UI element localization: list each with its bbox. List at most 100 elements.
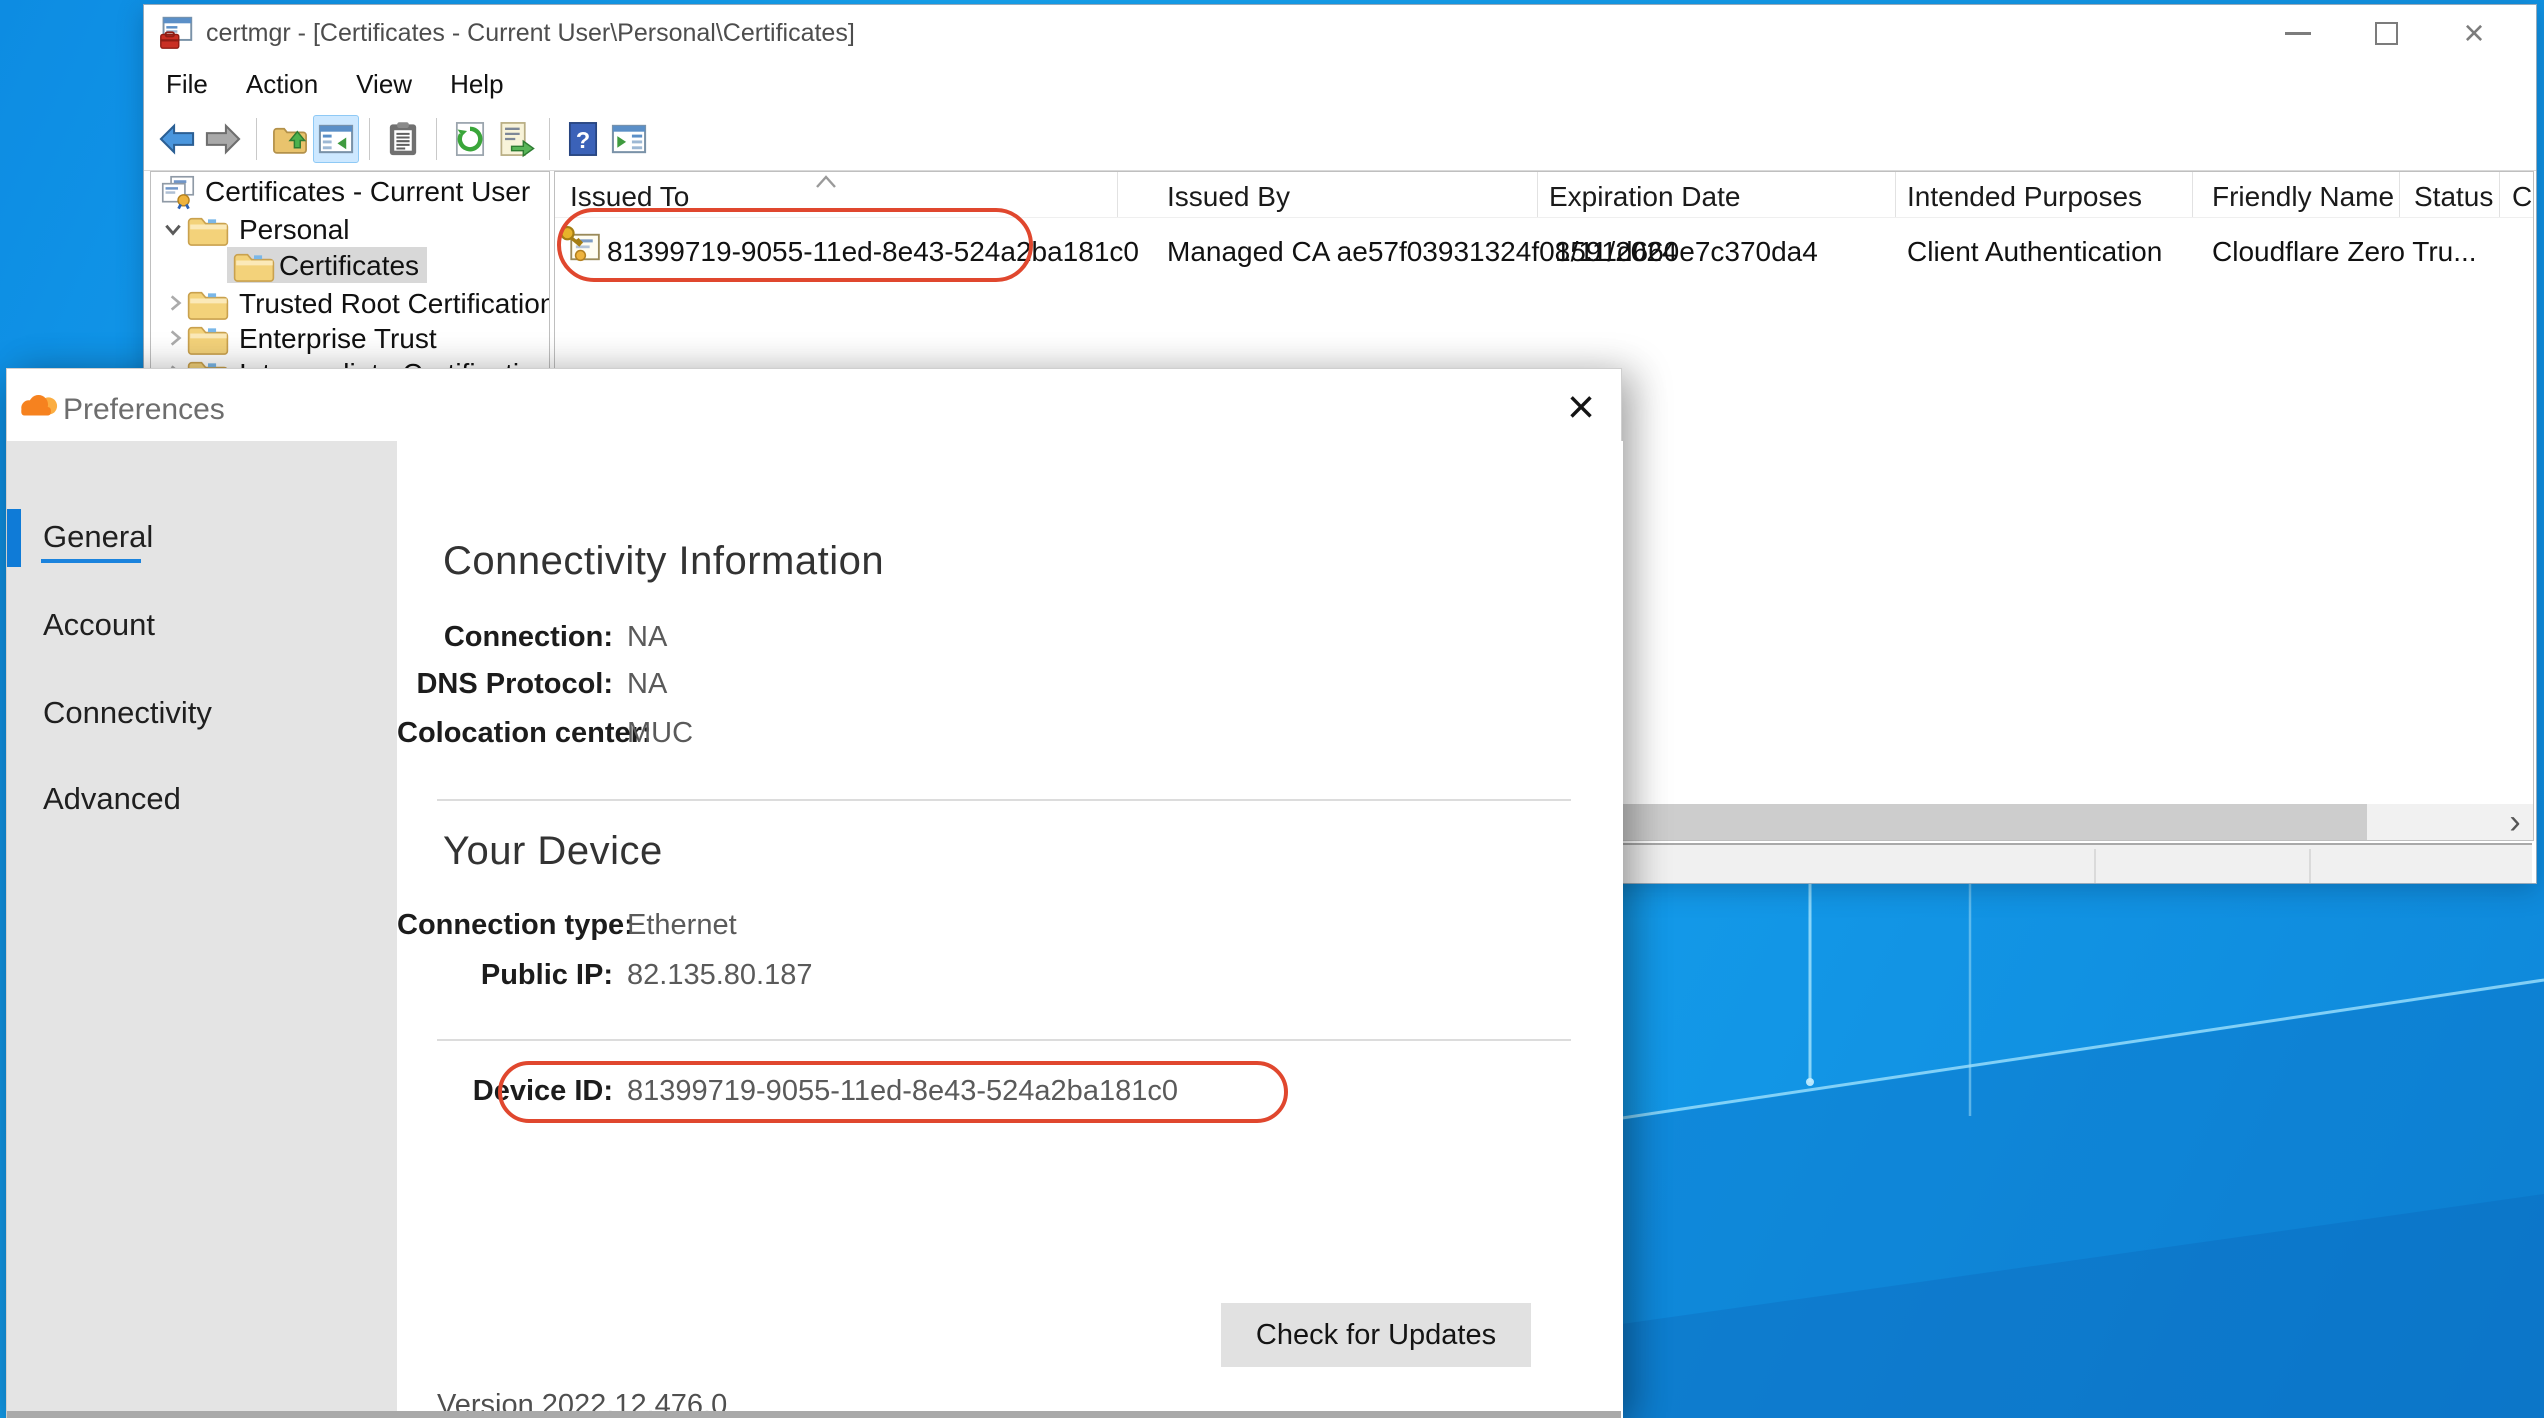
wallpaper-beams [1622, 884, 2544, 1418]
window-list-button[interactable] [606, 115, 652, 163]
maximize-button[interactable] [2342, 5, 2430, 61]
export-list-button[interactable] [493, 115, 539, 163]
info-label: Connection type: [397, 909, 613, 942]
cloudflare-logo-icon [17, 391, 59, 421]
up-folder-button[interactable] [267, 115, 313, 163]
window-controls: × [2254, 5, 2518, 61]
statusbar-separator [2094, 849, 2096, 883]
tab-advanced[interactable]: Advanced [43, 781, 181, 817]
folder-icon [233, 249, 275, 283]
toolbar-separator [549, 118, 550, 160]
active-tab-underline [41, 559, 141, 563]
folder-icon [187, 322, 229, 356]
active-tab-indicator [7, 509, 21, 567]
toolbar-separator [369, 118, 370, 160]
desktop: certmgr - [Certificates - Current User\P… [0, 0, 2544, 1418]
tree-item-trusted-root[interactable]: Trusted Root Certification Au [151, 284, 549, 322]
certmgr-app-icon [158, 15, 194, 51]
column-separator[interactable] [1117, 172, 1118, 217]
info-value: NA [627, 668, 1297, 701]
tree-item-label: Personal [239, 214, 350, 246]
column-separator[interactable] [2499, 172, 2500, 217]
certmgr-titlebar: certmgr - [Certificates - Current User\P… [144, 5, 2536, 61]
menu-view[interactable]: View [356, 69, 412, 100]
check-for-updates-button[interactable]: Check for Updates [1221, 1303, 1531, 1367]
close-icon: × [1567, 380, 1595, 435]
close-button[interactable]: × [2430, 5, 2518, 61]
column-separator[interactable] [1895, 172, 1896, 217]
tab-connectivity[interactable]: Connectivity [43, 695, 212, 731]
info-value: Ethernet [627, 909, 1297, 942]
info-row-dns-protocol: DNS Protocol: NA [397, 668, 1297, 701]
column-header-certificate[interactable]: Ce [2512, 181, 2534, 213]
column-header-friendly-name[interactable]: Friendly Name [2212, 181, 2394, 213]
back-icon [158, 120, 196, 158]
forward-icon [204, 120, 242, 158]
folder-icon [187, 213, 229, 247]
section-divider [437, 799, 1571, 801]
statusbar-separator [2309, 849, 2311, 883]
paste-button[interactable] [380, 115, 426, 163]
chevron-down-icon[interactable] [163, 219, 183, 239]
sort-ascending-icon [813, 174, 839, 190]
window-title: certmgr - [Certificates - Current User\P… [206, 19, 855, 48]
refresh-button[interactable] [447, 115, 493, 163]
refresh-icon [451, 120, 489, 158]
tree-root-certificates-current-user[interactable]: Certificates - Current User [151, 172, 549, 210]
menu-action[interactable]: Action [246, 69, 318, 100]
tree-item-certificates[interactable]: Certificates [151, 246, 549, 284]
maximize-icon [2375, 22, 2398, 45]
column-header-expiration-date[interactable]: Expiration Date [1549, 181, 1740, 213]
scroll-right-button[interactable]: › [2497, 804, 2533, 840]
chevron-right-icon[interactable] [165, 328, 185, 348]
info-label: Colocation center: [397, 717, 613, 750]
tree-item-personal[interactable]: Personal [151, 210, 549, 248]
cell-issued-by: Managed CA ae57f03931324f08591d660e7c370… [1167, 236, 1818, 268]
forward-button[interactable] [200, 115, 246, 163]
chevron-right-icon[interactable] [165, 293, 185, 313]
export-list-icon [497, 120, 535, 158]
cell-intended-purposes: Client Authentication [1907, 236, 2162, 268]
info-row-connection-type: Connection type: Ethernet [397, 909, 1297, 942]
preferences-sidebar: General Account Connectivity Advanced [7, 441, 397, 1418]
preferences-close-button[interactable]: × [1551, 377, 1611, 437]
tree-item-enterprise-trust[interactable]: Enterprise Trust [151, 319, 549, 357]
minimize-button[interactable] [2254, 5, 2342, 61]
toolbar-separator [436, 118, 437, 160]
console-tree-toggle-button[interactable] [313, 115, 359, 163]
menu-file[interactable]: File [166, 69, 208, 100]
back-button[interactable] [154, 115, 200, 163]
tab-account[interactable]: Account [43, 607, 155, 643]
column-separator[interactable] [2192, 172, 2193, 217]
close-icon: × [2463, 12, 2484, 54]
window-list-icon [610, 120, 648, 158]
cell-friendly-name: Cloudflare Zero Tru... [2212, 236, 2477, 268]
column-separator[interactable] [2399, 172, 2400, 217]
info-label: Connection: [397, 621, 613, 654]
info-value: MUC [627, 717, 1297, 750]
preferences-content: Connectivity Information Connection: NA … [397, 441, 1623, 1418]
device-id-annotation-ellipse [498, 1061, 1288, 1123]
help-icon [564, 120, 602, 158]
column-header-intended-purposes[interactable]: Intended Purposes [1907, 181, 2142, 213]
preferences-header: Preferences × [7, 369, 1621, 441]
column-separator[interactable] [1537, 172, 1538, 217]
help-button[interactable] [560, 115, 606, 163]
up-folder-icon [271, 120, 309, 158]
info-row-connection: Connection: NA [397, 621, 1297, 654]
cell-expiration-date: 1/11/2024 [1555, 236, 1678, 268]
info-label: DNS Protocol: [397, 668, 613, 701]
column-header-status[interactable]: Status [2414, 181, 2493, 213]
menu-help[interactable]: Help [450, 69, 503, 100]
folder-icon [187, 287, 229, 321]
console-tree-icon [317, 120, 355, 158]
section-divider [437, 1039, 1571, 1041]
tab-general[interactable]: General [43, 519, 153, 555]
info-label: Public IP: [397, 959, 613, 992]
certmgr-toolbar [144, 107, 2536, 171]
section-heading-connectivity-information: Connectivity Information [443, 539, 884, 584]
column-header-issued-by[interactable]: Issued By [1167, 181, 1290, 213]
tree-item-label: Trusted Root Certification Au [239, 288, 550, 320]
toolbar-separator [256, 118, 257, 160]
issued-to-annotation-ellipse [557, 208, 1033, 282]
